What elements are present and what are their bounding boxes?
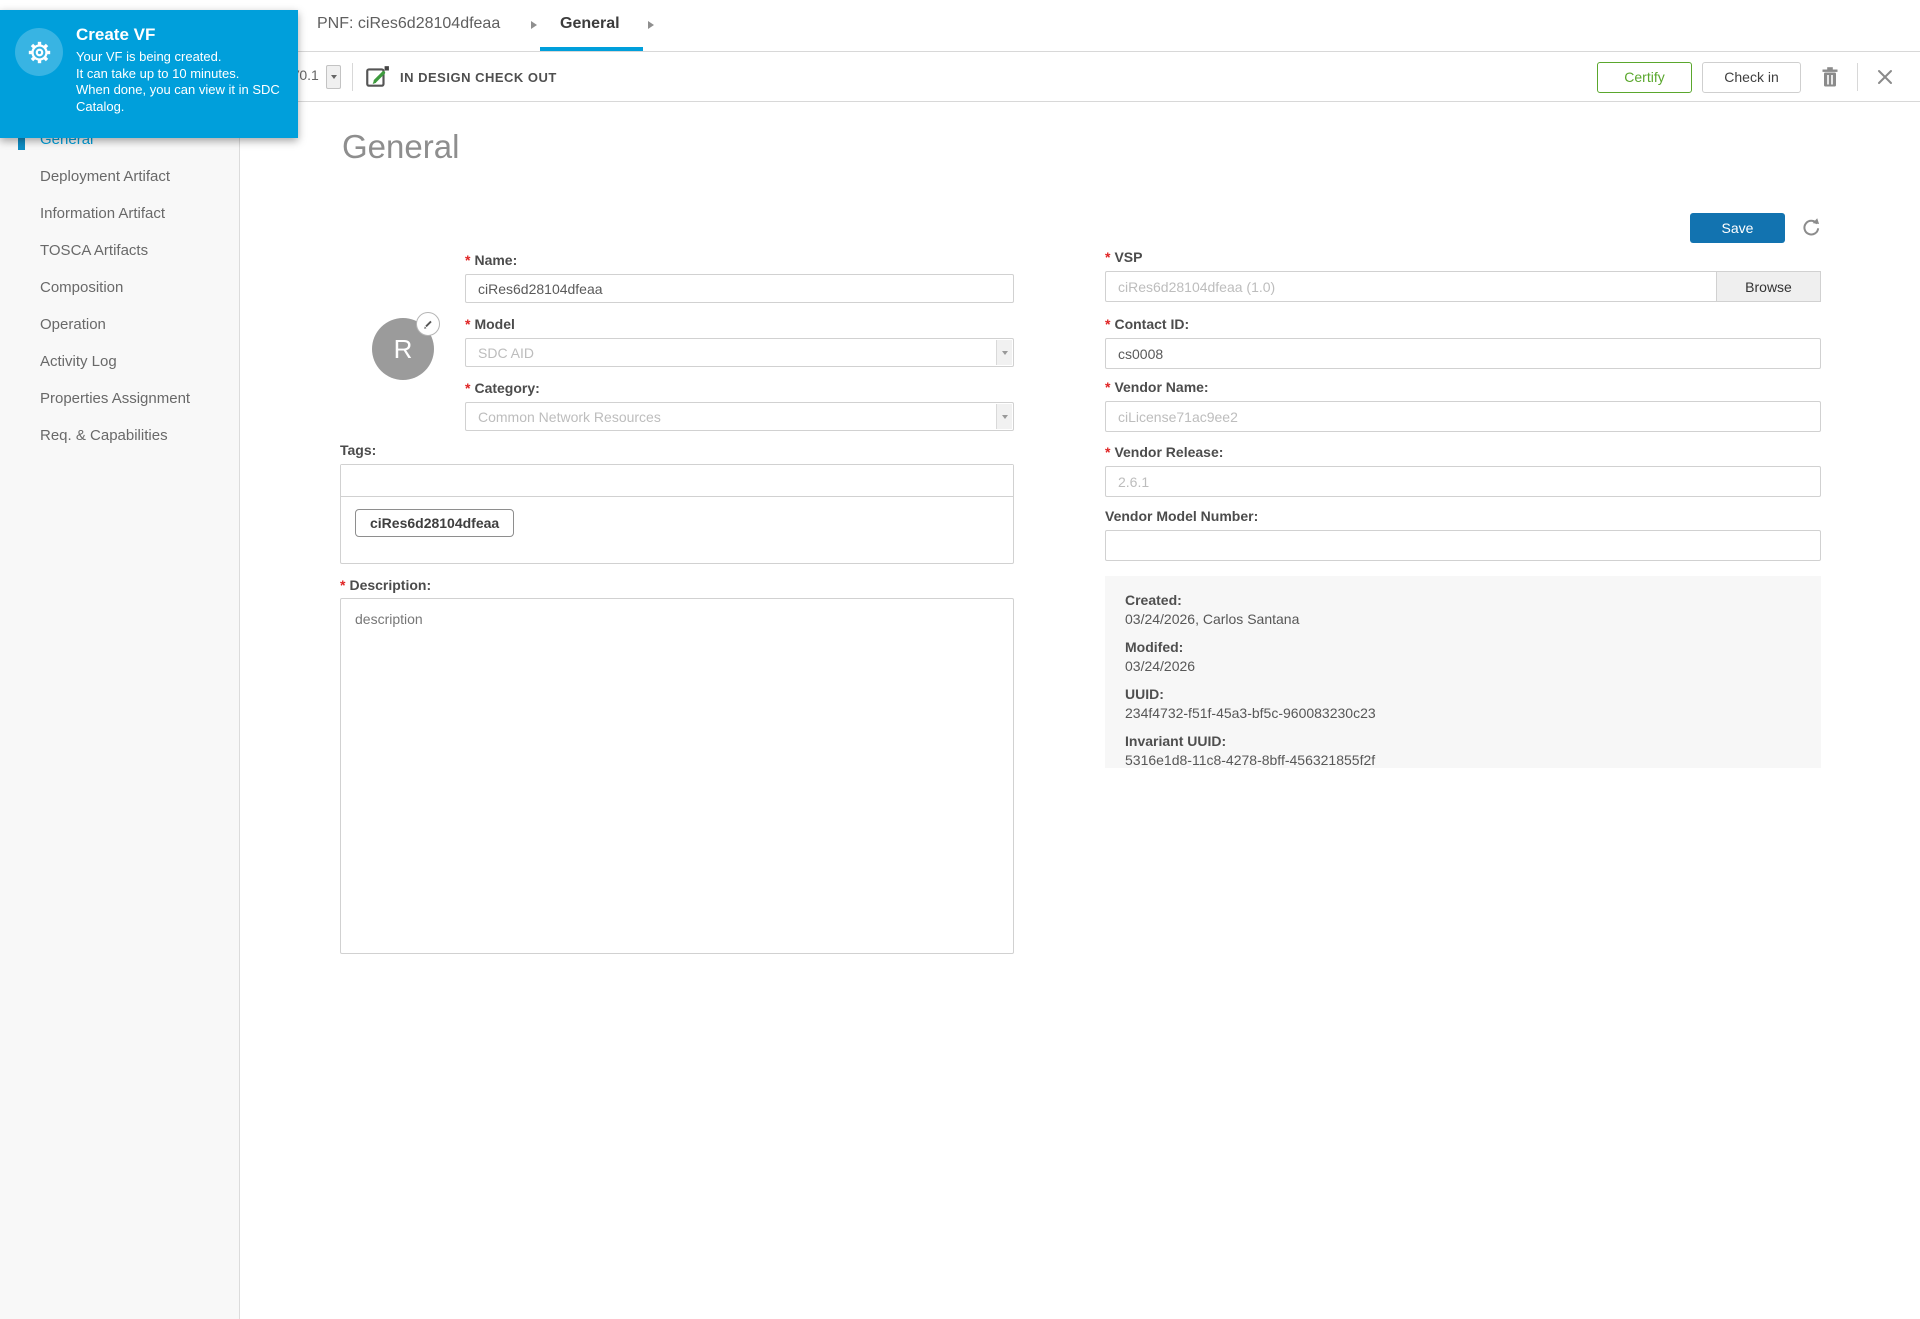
general-panel: General Save R *Name: *Model SDC AID *Ca…: [240, 102, 1920, 1319]
toast-body: Your VF is being created. It can take up…: [76, 49, 284, 116]
vendor-release-label: *Vendor Release:: [1105, 444, 1223, 460]
vsp-label: *VSP: [1105, 249, 1142, 265]
description-input[interactable]: description: [340, 598, 1014, 954]
lifecycle-status-label: IN DESIGN CHECK OUT: [400, 70, 557, 85]
active-tab-underline: [540, 47, 643, 51]
tags-box: ciRes6d28104dfeaa: [340, 464, 1014, 564]
toolbar-divider: [1857, 63, 1858, 91]
sidebar-item-information-artifact[interactable]: Information Artifact: [0, 195, 239, 232]
breadcrumb[interactable]: PNF: ciRes6d28104dfeaa: [317, 15, 500, 33]
vendor-name-label: *Vendor Name:: [1105, 379, 1209, 395]
tab-caret-icon: [648, 21, 654, 29]
browse-button[interactable]: Browse: [1717, 271, 1821, 302]
dropdown-arrow-icon: [996, 404, 1012, 429]
tags-input[interactable]: [341, 465, 1013, 497]
avatar-edit-icon[interactable]: [416, 312, 440, 336]
toolbar-divider: [352, 63, 353, 91]
toast-title: Create VF: [76, 25, 284, 45]
gear-icon: [15, 28, 63, 76]
vendor-name-input: [1105, 401, 1821, 432]
vendor-model-number-label: Vendor Model Number:: [1105, 508, 1258, 524]
sidebar-item-deployment-artifact[interactable]: Deployment Artifact: [0, 158, 239, 195]
certify-button[interactable]: Certify: [1597, 62, 1692, 93]
breadcrumb-caret-icon: [531, 21, 537, 29]
vendor-model-number-input[interactable]: [1105, 530, 1821, 561]
tags-label: Tags:: [340, 442, 376, 458]
tag-chip[interactable]: ciRes6d28104dfeaa: [355, 509, 514, 537]
sidebar-item-activity-log[interactable]: Activity Log: [0, 343, 239, 380]
checkin-button[interactable]: Check in: [1702, 62, 1801, 93]
name-input[interactable]: [465, 274, 1014, 303]
contact-id-label: *Contact ID:: [1105, 316, 1189, 332]
sidebar-item-properties-assignment[interactable]: Properties Assignment: [0, 380, 239, 417]
create-vf-toast[interactable]: Create VF Your VF is being created. It c…: [0, 10, 298, 138]
sidebar-item-tosca-artifacts[interactable]: TOSCA Artifacts: [0, 232, 239, 269]
vendor-release-input: [1105, 466, 1821, 497]
sidebar-nav: General Deployment Artifact Information …: [0, 52, 240, 1319]
dropdown-arrow-icon: [996, 340, 1012, 365]
contact-id-input[interactable]: [1105, 338, 1821, 369]
checkout-edit-icon: [364, 64, 390, 95]
model-select[interactable]: SDC AID: [465, 338, 1014, 367]
metadata-box: Created: 03/24/2026, Carlos Santana Modi…: [1105, 576, 1821, 768]
version-dropdown[interactable]: [326, 65, 341, 89]
toolbar: V0.1 IN DESIGN CHECK OUT Certify Check i…: [240, 52, 1920, 102]
page-title: General: [342, 128, 459, 166]
meta-created: Created: 03/24/2026, Carlos Santana: [1125, 591, 1801, 629]
model-label: *Model: [465, 316, 515, 332]
refresh-icon[interactable]: [1800, 215, 1822, 242]
sidebar-item-req-capabilities[interactable]: Req. & Capabilities: [0, 417, 239, 454]
category-label: *Category:: [465, 380, 540, 396]
vsp-input: [1105, 271, 1717, 302]
sidebar-item-operation[interactable]: Operation: [0, 306, 239, 343]
description-label: *Description:: [340, 577, 431, 593]
trash-icon[interactable]: [1817, 62, 1843, 93]
sidebar-item-composition[interactable]: Composition: [0, 269, 239, 306]
meta-uuid: UUID: 234f4732-f51f-45a3-bf5c-960083230c…: [1125, 685, 1801, 723]
category-select[interactable]: Common Network Resources: [465, 402, 1014, 431]
meta-modified: Modifed: 03/24/2026: [1125, 638, 1801, 676]
name-label: *Name:: [465, 252, 517, 268]
close-icon[interactable]: [1872, 62, 1898, 93]
tab-general[interactable]: General: [560, 15, 620, 33]
meta-invariant-uuid: Invariant UUID: 5316e1d8-11c8-4278-8bff-…: [1125, 732, 1801, 770]
save-button[interactable]: Save: [1690, 213, 1785, 243]
